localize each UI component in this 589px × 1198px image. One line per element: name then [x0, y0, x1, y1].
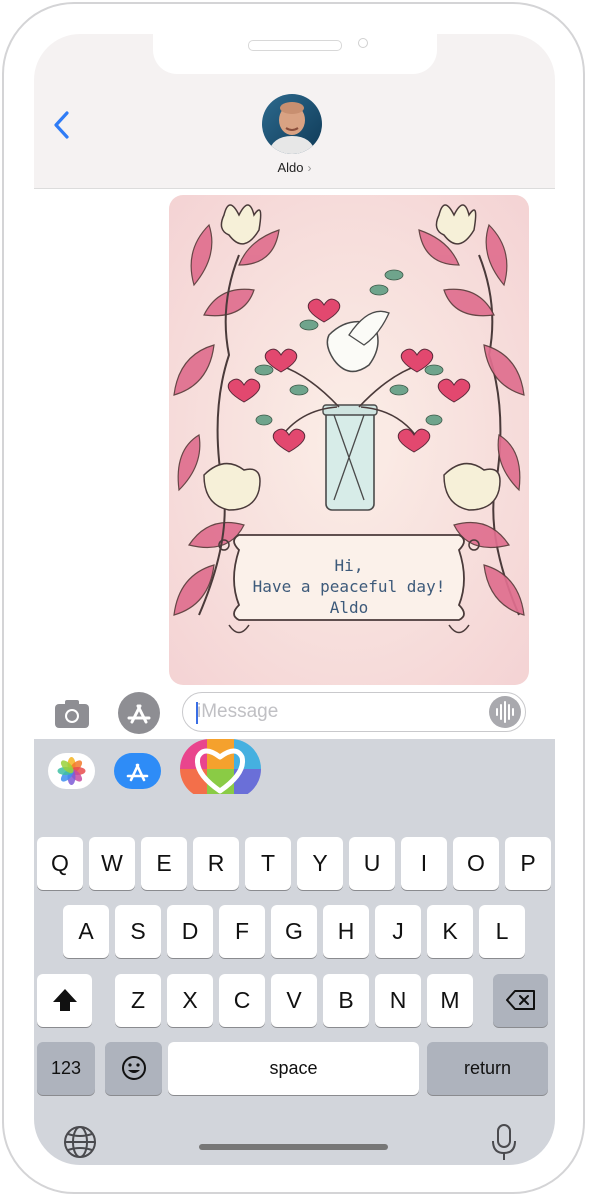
heart-icon	[180, 739, 261, 799]
contact-name[interactable]: Aldo ›	[34, 160, 555, 175]
key-a[interactable]: A	[63, 905, 109, 958]
app-drawer	[34, 739, 555, 801]
key-h[interactable]: H	[323, 905, 369, 958]
dictation-button[interactable]	[486, 1122, 526, 1162]
message-input[interactable]	[197, 693, 477, 731]
app-store-app-button[interactable]	[114, 753, 161, 789]
back-button[interactable]	[50, 110, 74, 140]
card-greeting: Hi,	[334, 556, 364, 575]
contact-name-label: Aldo	[277, 160, 304, 175]
audio-message-button[interactable]	[489, 696, 521, 728]
screen: Aldo › Hi, Have a peaceful day! Aldo iMe…	[34, 34, 555, 1165]
key-l[interactable]: L	[479, 905, 525, 958]
key-g[interactable]: G	[271, 905, 317, 958]
globe-icon	[64, 1126, 96, 1158]
home-indicator	[199, 1144, 388, 1150]
audio-waveform-icon	[496, 701, 514, 723]
front-camera	[358, 38, 368, 48]
backspace-icon	[505, 990, 535, 1010]
key-f[interactable]: F	[219, 905, 265, 958]
card-line: Have a peaceful day!	[252, 577, 446, 596]
key-t[interactable]: T	[245, 837, 291, 890]
key-e[interactable]: E	[141, 837, 187, 890]
photos-icon	[57, 757, 86, 785]
globe-button[interactable]	[62, 1124, 102, 1164]
compose-bar	[34, 689, 555, 739]
app-store-button[interactable]	[118, 692, 160, 734]
photos-app-button[interactable]	[48, 753, 95, 789]
key-x[interactable]: X	[167, 974, 213, 1027]
key-b[interactable]: B	[323, 974, 369, 1027]
key-z[interactable]: Z	[115, 974, 161, 1027]
shift-key[interactable]	[37, 974, 92, 1027]
camera-button[interactable]	[52, 693, 92, 733]
app-store-icon	[126, 763, 149, 782]
key-k[interactable]: K	[427, 905, 473, 958]
key-j[interactable]: J	[375, 905, 421, 958]
shift-icon	[52, 989, 77, 1011]
key-s[interactable]: S	[115, 905, 161, 958]
notch	[153, 34, 437, 74]
space-key[interactable]: space	[168, 1042, 419, 1095]
key-m[interactable]: M	[427, 974, 473, 1027]
key-n[interactable]: N	[375, 974, 421, 1027]
chevron-left-icon	[54, 111, 69, 139]
key-c[interactable]: C	[219, 974, 265, 1027]
chevron-right-icon: ›	[307, 161, 312, 175]
emoji-key[interactable]	[105, 1042, 162, 1095]
key-y[interactable]: Y	[297, 837, 343, 890]
message-field[interactable]	[182, 692, 526, 732]
avatar[interactable]	[262, 94, 322, 154]
app-store-icon	[118, 692, 160, 734]
emoji-icon	[121, 1056, 146, 1080]
speaker	[248, 40, 342, 51]
numbers-key[interactable]: 123	[37, 1042, 95, 1095]
card-signature: Aldo	[329, 598, 369, 617]
keyboard: QWERTYUIOP ASDFGHJKL ZXCVBNM 123 space r…	[34, 794, 555, 1165]
delete-key[interactable]	[493, 974, 548, 1027]
key-i[interactable]: I	[401, 837, 447, 890]
heart-sticker-app-button[interactable]	[180, 739, 261, 799]
message-thread: Hi, Have a peaceful day! Aldo	[34, 189, 555, 689]
key-p[interactable]: P	[505, 837, 551, 890]
key-q[interactable]: Q	[37, 837, 83, 890]
microphone-icon	[492, 1124, 516, 1160]
key-r[interactable]: R	[193, 837, 239, 890]
key-w[interactable]: W	[89, 837, 135, 890]
return-key[interactable]: return	[427, 1042, 548, 1095]
card-message-text: Hi, Have a peaceful day! Aldo	[219, 555, 479, 618]
key-v[interactable]: V	[271, 974, 317, 1027]
greeting-card-image[interactable]: Hi, Have a peaceful day! Aldo	[169, 195, 529, 685]
key-u[interactable]: U	[349, 837, 395, 890]
key-o[interactable]: O	[453, 837, 499, 890]
key-d[interactable]: D	[167, 905, 213, 958]
camera-icon	[55, 700, 89, 728]
